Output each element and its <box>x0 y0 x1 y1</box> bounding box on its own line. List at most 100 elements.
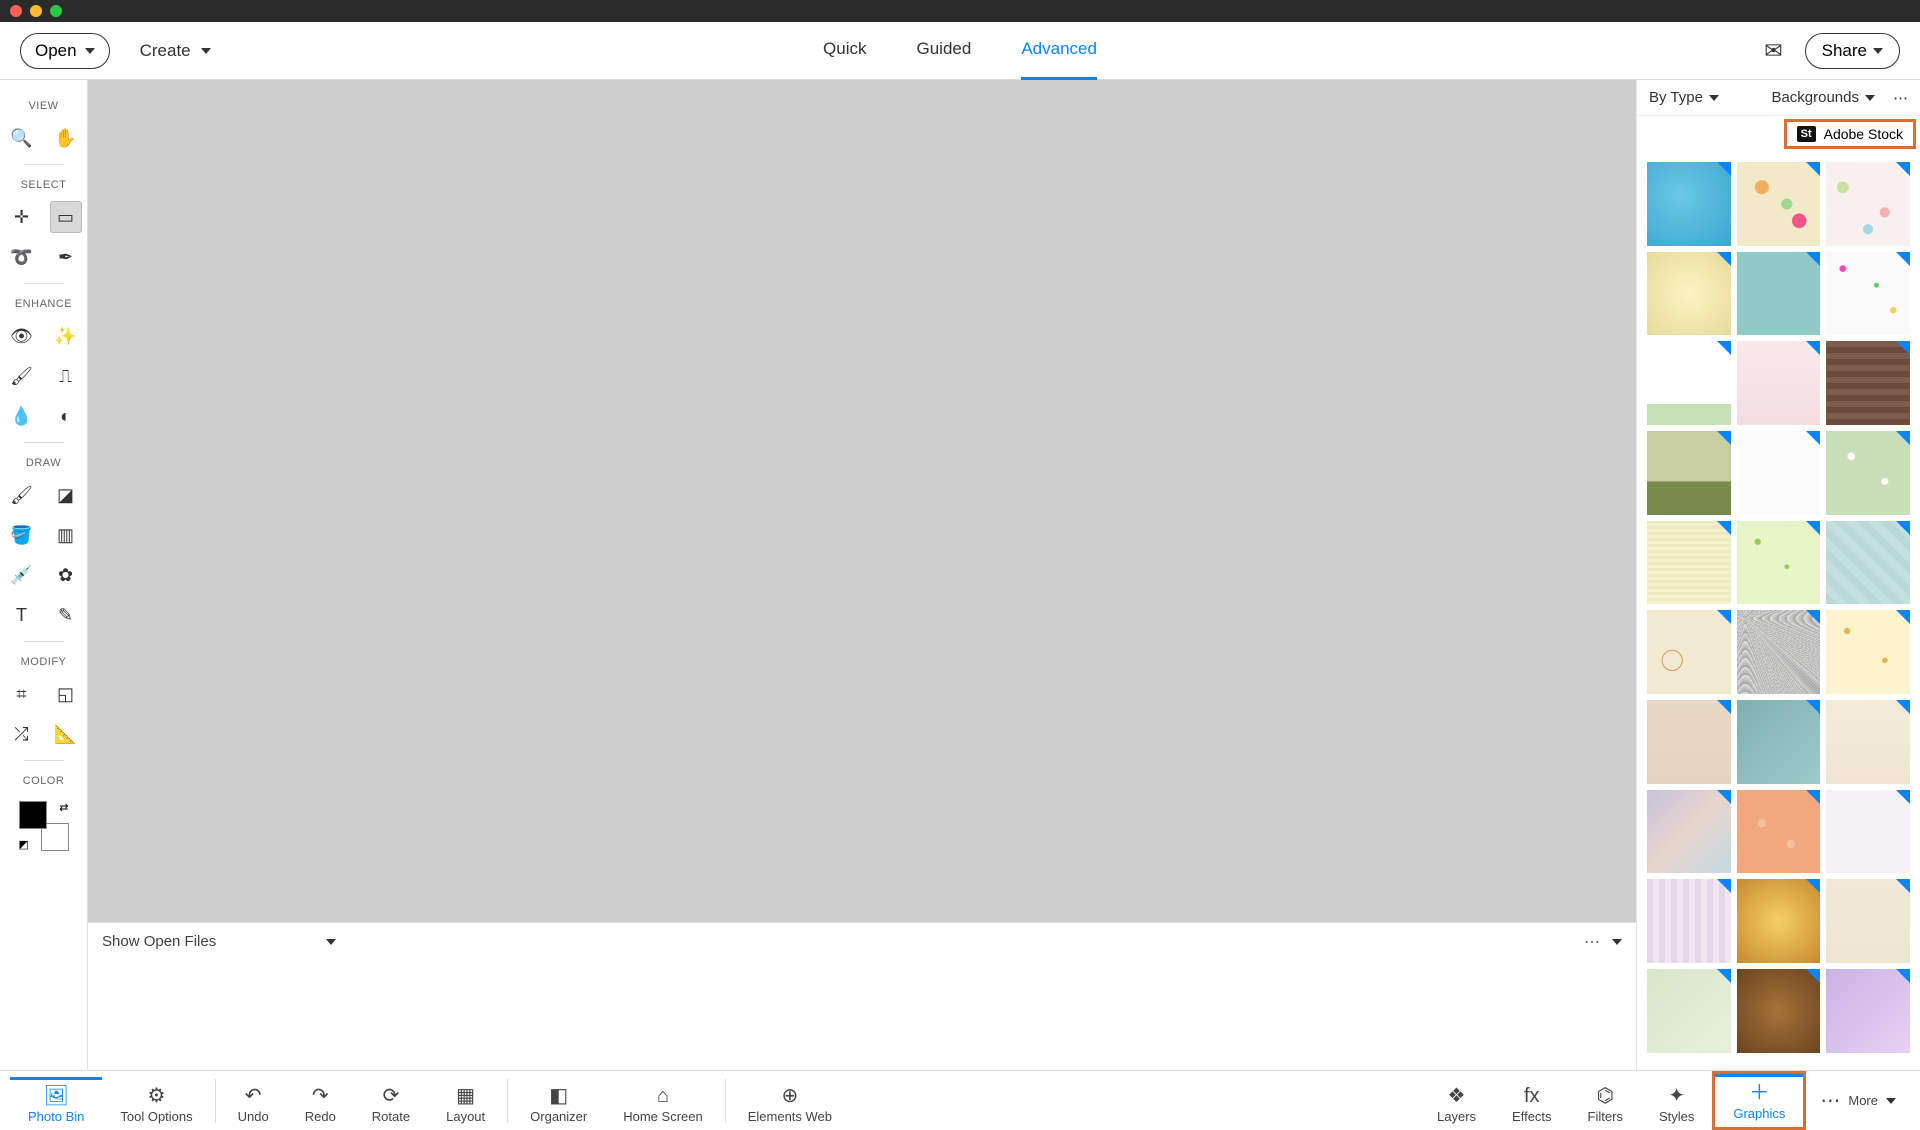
content-aware-tool[interactable]: ⤮ <box>6 718 38 750</box>
background-thumb[interactable] <box>1647 521 1731 605</box>
bottombar-item-label: Effects <box>1512 1109 1552 1124</box>
zoom-tool[interactable]: 🔍 <box>6 122 38 154</box>
filter-by-type-dropdown[interactable]: By Type <box>1649 89 1719 106</box>
background-thumb[interactable] <box>1737 521 1821 605</box>
background-thumb[interactable] <box>1647 341 1731 425</box>
bottombar-tool-options[interactable]: ⚙Tool Options <box>102 1077 210 1130</box>
background-thumb[interactable] <box>1647 790 1731 874</box>
move-tool[interactable]: ✛ <box>6 201 38 233</box>
swap-colors-icon[interactable]: ⇄ <box>59 801 68 814</box>
background-thumb[interactable] <box>1826 790 1910 874</box>
hand-tool[interactable]: ✋ <box>50 122 82 154</box>
bottombar-organizer[interactable]: ◧Organizer <box>512 1080 605 1130</box>
open-button[interactable]: Open <box>20 33 110 69</box>
close-window-button[interactable] <box>10 5 22 17</box>
eyedropper-tool[interactable]: 💉 <box>6 559 38 591</box>
category-dropdown[interactable]: Backgrounds <box>1771 89 1875 106</box>
brush-tool[interactable]: 🖌 <box>6 479 38 511</box>
bottombar-photo-bin[interactable]: 🖼Photo Bin <box>10 1077 102 1130</box>
type-tool[interactable]: T <box>6 599 38 631</box>
background-thumb[interactable] <box>1826 252 1910 336</box>
shape-tool[interactable]: ✿ <box>50 559 82 591</box>
background-thumb[interactable] <box>1647 969 1731 1053</box>
fill-tool[interactable]: 🪣 <box>6 519 38 551</box>
section-color: COLOR <box>23 775 65 787</box>
background-thumb[interactable] <box>1737 610 1821 694</box>
mail-icon[interactable]: ✉ <box>1764 38 1782 64</box>
background-thumb[interactable] <box>1737 162 1821 246</box>
background-thumb[interactable] <box>1647 700 1731 784</box>
background-thumb[interactable] <box>1826 431 1910 515</box>
canvas[interactable] <box>88 80 1636 922</box>
sponge-tool[interactable]: ◐ <box>50 400 82 432</box>
background-thumb[interactable] <box>1647 610 1731 694</box>
background-thumb[interactable] <box>1737 341 1821 425</box>
background-thumb[interactable] <box>1737 969 1821 1053</box>
eraser-tool[interactable]: ◪ <box>50 479 82 511</box>
bottombar-layout[interactable]: ▦Layout <box>428 1080 503 1130</box>
bottombar-redo[interactable]: ↷Redo <box>287 1080 354 1130</box>
bottombar-more[interactable]: ⋯More <box>1806 1088 1910 1113</box>
more-icon[interactable]: ⋯ <box>1893 89 1908 107</box>
chevron-down-icon[interactable] <box>326 939 336 945</box>
eye-tool[interactable]: 👁 <box>6 320 38 352</box>
background-thumb[interactable] <box>1826 162 1910 246</box>
background-thumb[interactable] <box>1826 521 1910 605</box>
crop-tool[interactable]: ⌗ <box>6 678 38 710</box>
background-thumb[interactable] <box>1826 700 1910 784</box>
background-thumb[interactable] <box>1737 700 1821 784</box>
clone-stamp-tool[interactable]: ⎍ <box>50 360 82 392</box>
reset-colors-icon[interactable]: ◩ <box>19 838 29 851</box>
background-thumb[interactable] <box>1826 969 1910 1053</box>
background-thumb[interactable] <box>1826 610 1910 694</box>
blur-tool[interactable]: 💧 <box>6 400 38 432</box>
background-thumb[interactable] <box>1737 252 1821 336</box>
adobe-stock-button[interactable]: St Adobe Stock <box>1784 119 1916 149</box>
section-select: SELECT <box>21 179 67 191</box>
background-thumb[interactable] <box>1647 252 1731 336</box>
spot-heal-tool[interactable]: ✨ <box>50 320 82 352</box>
bottombar-rotate[interactable]: ⟳Rotate <box>354 1080 428 1130</box>
bottombar-home-screen[interactable]: ⌂Home Screen <box>605 1080 720 1130</box>
section-modify: MODIFY <box>21 656 67 668</box>
bottombar-elements-web[interactable]: ⊕Elements Web <box>730 1080 850 1130</box>
background-thumbnails-grid <box>1637 152 1920 1070</box>
bottombar-graphics[interactable]: ＋Graphics <box>1715 1074 1803 1127</box>
maximize-window-button[interactable] <box>50 5 62 17</box>
background-thumb[interactable] <box>1826 879 1910 963</box>
background-thumb[interactable] <box>1647 879 1731 963</box>
bottombar-styles[interactable]: ✦Styles <box>1641 1080 1712 1130</box>
foreground-color-swatch[interactable] <box>19 801 47 829</box>
filters-icon: ⌬ <box>1597 1086 1614 1106</box>
pencil-tool[interactable]: ✎ <box>50 599 82 631</box>
recompose-tool[interactable]: ◱ <box>50 678 82 710</box>
section-enhance: ENHANCE <box>15 298 72 310</box>
home-screen-icon: ⌂ <box>657 1086 669 1106</box>
background-thumb[interactable] <box>1647 162 1731 246</box>
bottombar-layers[interactable]: ❖Layers <box>1419 1080 1494 1130</box>
tab-advanced[interactable]: Advanced <box>1021 21 1097 80</box>
tab-quick[interactable]: Quick <box>823 21 866 80</box>
chevron-down-icon[interactable] <box>1612 939 1622 945</box>
share-button[interactable]: Share <box>1805 33 1900 69</box>
show-open-files-label[interactable]: Show Open Files <box>102 933 216 950</box>
bottombar-undo[interactable]: ↶Undo <box>220 1080 287 1130</box>
background-thumb[interactable] <box>1737 431 1821 515</box>
minimize-window-button[interactable] <box>30 5 42 17</box>
color-swatches[interactable]: ⇄ ◩ <box>19 801 69 851</box>
background-thumb[interactable] <box>1737 879 1821 963</box>
quick-select-tool[interactable]: ✒ <box>50 241 82 273</box>
straighten-tool[interactable]: 📐 <box>50 718 82 750</box>
background-thumb[interactable] <box>1647 431 1731 515</box>
more-icon[interactable]: ⋯ <box>1584 932 1600 952</box>
gradient-tool[interactable]: ▥ <box>50 519 82 551</box>
background-thumb[interactable] <box>1737 790 1821 874</box>
background-thumb[interactable] <box>1826 341 1910 425</box>
bottombar-effects[interactable]: fxEffects <box>1494 1080 1570 1130</box>
tab-guided[interactable]: Guided <box>917 21 972 80</box>
bottombar-filters[interactable]: ⌬Filters <box>1570 1080 1641 1130</box>
smart-brush-tool[interactable]: 🖌 <box>6 360 38 392</box>
marquee-tool[interactable]: ▭ <box>50 201 82 233</box>
create-button[interactable]: Create <box>140 41 211 61</box>
lasso-tool[interactable]: ➰ <box>6 241 38 273</box>
